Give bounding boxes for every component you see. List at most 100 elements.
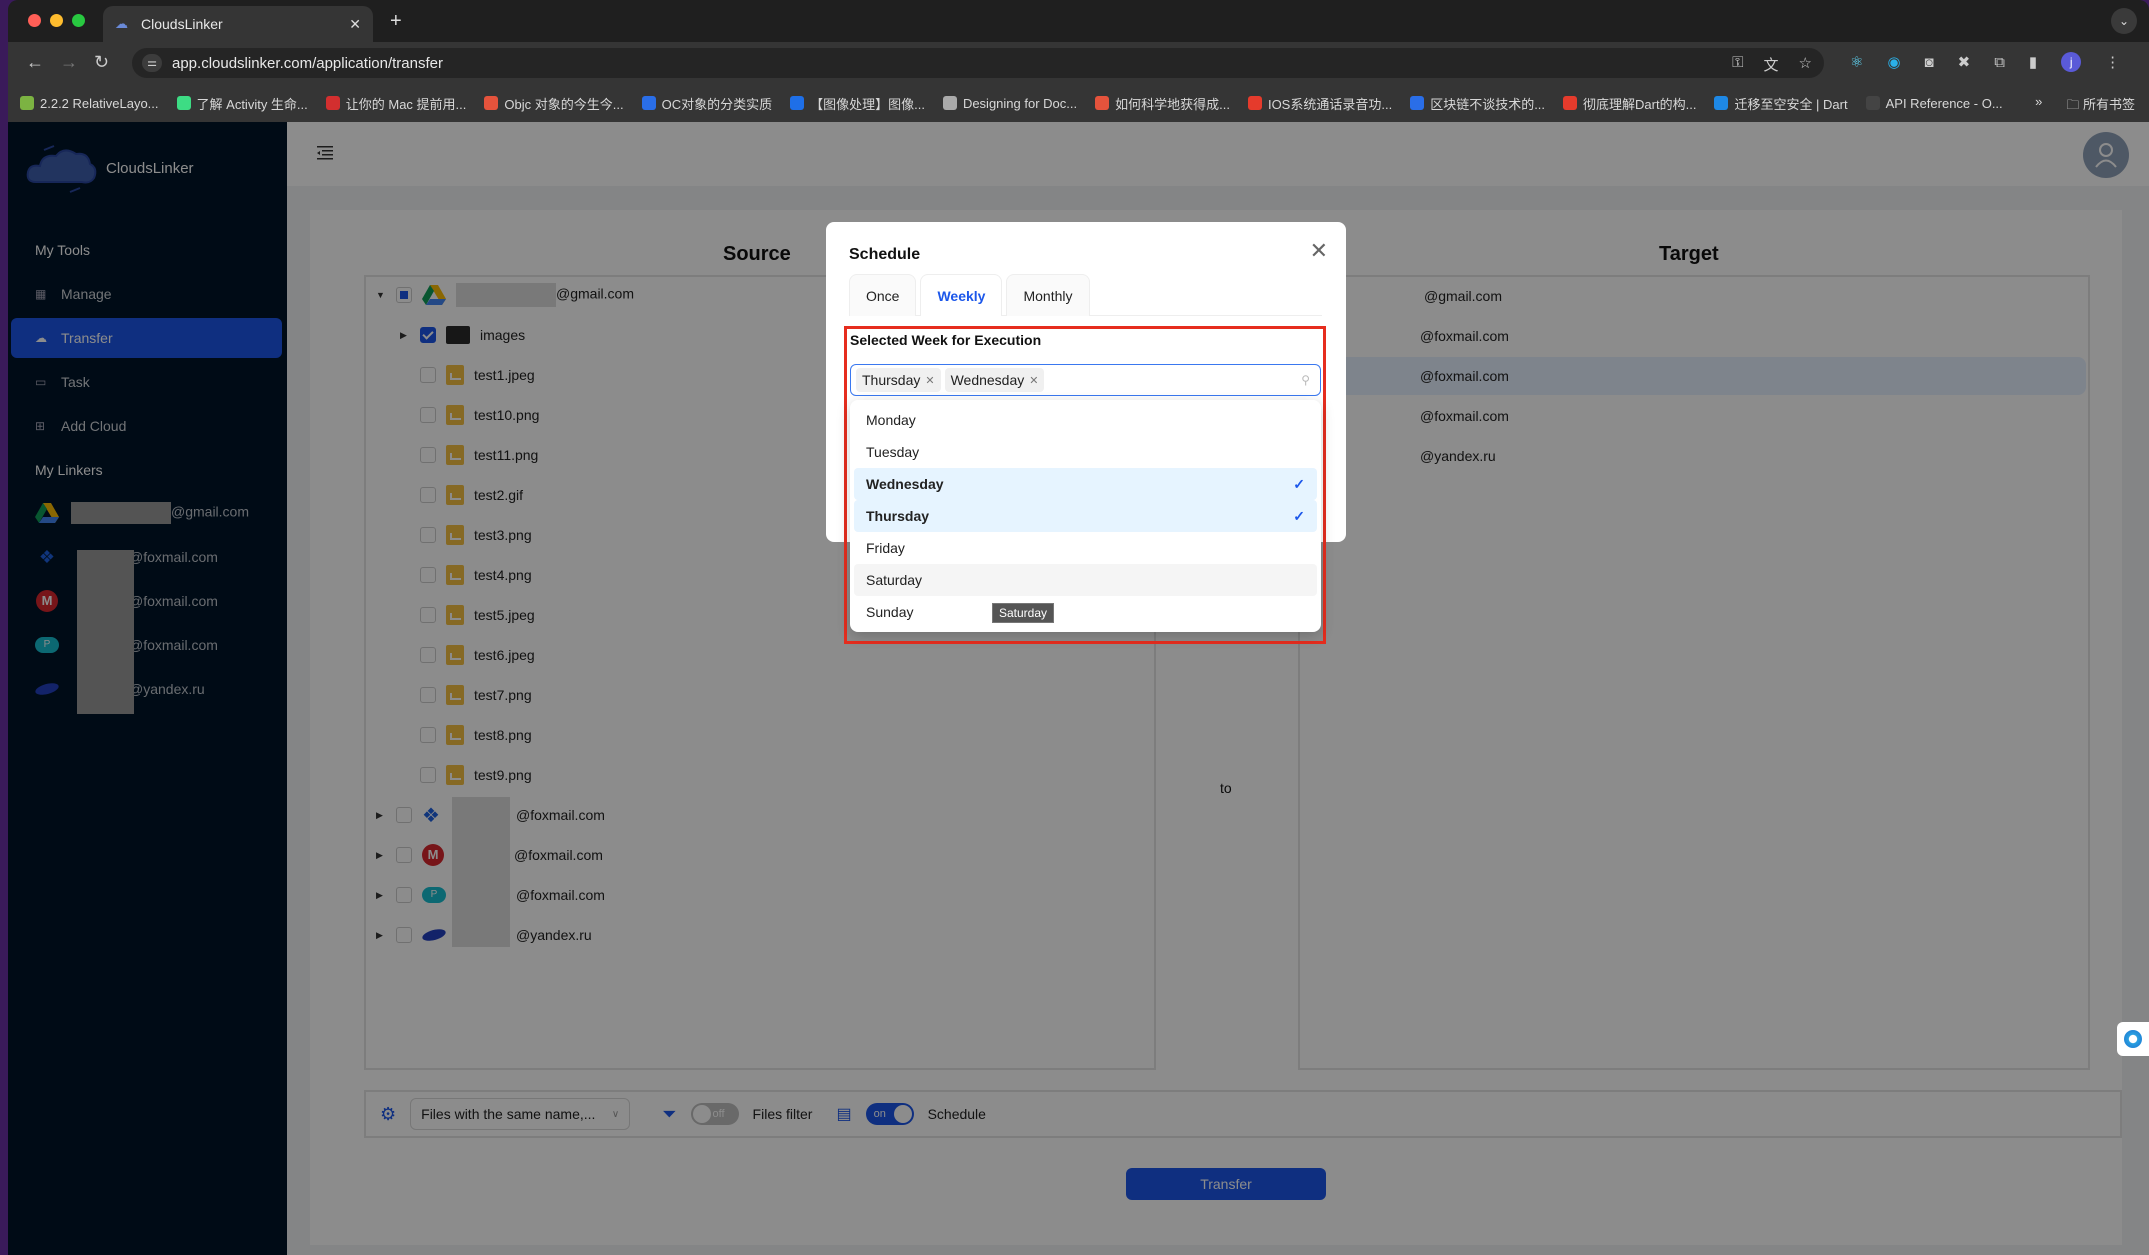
cloud-favicon-icon: ☁ [115,16,128,31]
selected-tag: Thursday ✕ [856,368,941,392]
address-bar[interactable]: ⚌ app.cloudslinker.com/application/trans… [132,48,1824,78]
tab-monthly[interactable]: Monthly [1006,274,1090,316]
bookmark-item[interactable]: 2.2.2 RelativeLayo... [20,96,159,111]
bookmark-item[interactable]: 迁移至空安全 | Dart [1714,94,1848,113]
react-devtools-icon[interactable]: ⚛ [1850,53,1863,71]
browser-window: ☁ CloudsLinker ✕ + ⌄ ← → ↻ ⚌ app.cloudsl… [8,0,2149,1255]
bookmark-item[interactable]: 如何科学地获得成... [1095,94,1230,113]
option-label: Wednesday [866,476,944,492]
key-icon[interactable]: ⚿ [1732,54,1743,75]
bookmark-label: 区块链不谈技术的... [1430,96,1546,112]
minimize-window-button[interactable] [50,14,63,27]
bookmark-favicon-icon [325,96,340,110]
tab-search-button[interactable]: ⌄ [2111,8,2137,34]
bookmark-favicon-icon [484,96,499,110]
bookmark-item[interactable]: Designing for Doc... [942,95,1078,111]
bookmark-favicon-icon [176,96,191,110]
back-icon[interactable]: ← [26,52,44,73]
bookmark-favicon-icon [1095,96,1110,110]
bookmark-item[interactable]: API Reference - O... [1865,95,2003,111]
check-icon: ✓ [1293,475,1305,492]
extensions-puzzle-icon[interactable]: ⧉ [1994,54,2005,71]
reload-icon[interactable]: ↻ [94,52,109,73]
bookmark-favicon-icon [1410,96,1425,110]
tooltip: Saturday [992,603,1055,623]
bookmark-label: API Reference - O... [1885,95,2003,111]
search-icon: ⚲ [1301,373,1310,387]
tab-weekly[interactable]: Weekly [920,274,1003,316]
bookmark-item[interactable]: 彻底理解Dart的构... [1563,94,1696,113]
extension-eyes-icon[interactable]: ◙ [1925,54,1934,71]
remove-tag-icon[interactable]: ✕ [925,374,934,387]
bookmark-item[interactable]: 【图像处理】图像... [790,94,925,113]
assistant-icon [2124,1030,2142,1048]
all-bookmarks-label: 所有书签 [2082,97,2135,112]
bookmark-item[interactable]: IOS系统通话录音功... [1247,94,1392,113]
option-label: Tuesday [866,444,920,460]
bookmark-favicon-icon [790,96,805,110]
bookmark-item[interactable]: 区块链不谈技术的... [1410,94,1545,113]
bookmark-label: Objc 对象的今生今... [504,96,624,112]
weekday-option[interactable]: Monday [854,404,1317,436]
bookmark-label: 如何科学地获得成... [1115,96,1230,112]
schedule-tabs: Once Weekly Monthly [849,274,1322,316]
weekday-option[interactable]: Saturday [854,564,1317,596]
bookmark-favicon-icon [20,96,34,110]
extension-x-icon[interactable]: ✖ [1958,53,1971,71]
folder-icon: 🗀 [2066,97,2083,112]
all-bookmarks-button[interactable]: 🗀 所有书签 [2066,94,2135,118]
option-label: Monday [866,412,916,428]
extensions-area: ⚛ ◉ ◙ ✖ ⧉ ▮ j ⋮ [1850,52,2120,72]
bookmark-favicon-icon [1865,96,1880,110]
bookmarks-overflow: » 🗀 所有书签 [2035,94,2135,118]
weekday-dropdown: Monday Tuesday Wednesday ✓ Thursday ✓ Friday Sa… [850,400,1321,632]
browser-tab[interactable]: ☁ CloudsLinker ✕ [103,6,373,42]
weekday-option[interactable]: Thursday ✓ [854,500,1317,532]
weekday-option[interactable]: Friday [854,532,1317,564]
tag-label: Wednesday [950,372,1025,388]
extension-circle-icon[interactable]: ◉ [1887,53,1900,71]
remove-tag-icon[interactable]: ✕ [1029,374,1038,387]
maximize-window-button[interactable] [72,14,85,27]
close-tab-icon[interactable]: ✕ [349,16,361,33]
bookmark-item[interactable]: OC对象的分类实质 [641,94,772,113]
profile-avatar[interactable]: j [2061,52,2082,72]
bookmark-item[interactable]: Objc 对象的今生今... [484,94,624,113]
bookmark-favicon-icon [1714,96,1729,110]
bookmark-label: 迁移至空安全 | Dart [1734,96,1848,112]
site-settings-icon[interactable]: ⚌ [142,54,162,72]
bookmark-label: 彻底理解Dart的构... [1583,96,1697,112]
bookmark-label: Designing for Doc... [962,95,1078,111]
tab-once[interactable]: Once [849,274,917,316]
floating-assistant-button[interactable] [2117,1022,2149,1056]
option-label: Thursday [866,508,930,524]
more-bookmarks-button[interactable]: » [2035,94,2042,118]
modal-title: Schedule [849,246,921,263]
option-label: Saturday [866,572,923,588]
bookmark-label: 让你的 Mac 提前用... [345,96,467,112]
week-select-label: Selected Week for Execution [850,332,1042,348]
navigation-bar: ← → ↻ ⚌ app.cloudslinker.com/application… [8,42,2149,84]
window-controls [28,14,85,27]
weekday-option[interactable]: Sunday [854,596,1317,628]
bookmark-item[interactable]: 了解 Activity 生命... [176,94,308,113]
close-icon[interactable]: ✕ [1310,238,1328,264]
forward-icon[interactable]: → [60,52,78,73]
weekday-option[interactable]: Wednesday ✓ [854,468,1317,500]
selected-tag: Wednesday ✕ [944,368,1045,392]
check-icon: ✓ [1293,507,1305,524]
weekday-option[interactable]: Tuesday [854,436,1317,468]
browser-menu-icon[interactable]: ⋮ [2105,53,2120,71]
bookmark-favicon-icon [1563,96,1578,110]
bookmark-item[interactable]: 让你的 Mac 提前用... [325,94,467,113]
option-label: Sunday [866,604,914,620]
new-tab-button[interactable]: + [390,10,402,33]
week-multiselect[interactable]: Thursday ✕ Wednesday ✕ ⚲ [850,364,1321,396]
bookmark-favicon-icon [641,96,656,110]
bookmark-favicon-icon [1247,96,1262,110]
close-window-button[interactable] [28,14,41,27]
side-panel-icon[interactable]: ▮ [2029,53,2037,71]
bookmark-label: 【图像处理】图像... [810,96,925,112]
bookmark-star-icon[interactable]: ☆ [1799,54,1812,75]
translate-icon[interactable]: 文 [1764,54,1779,75]
